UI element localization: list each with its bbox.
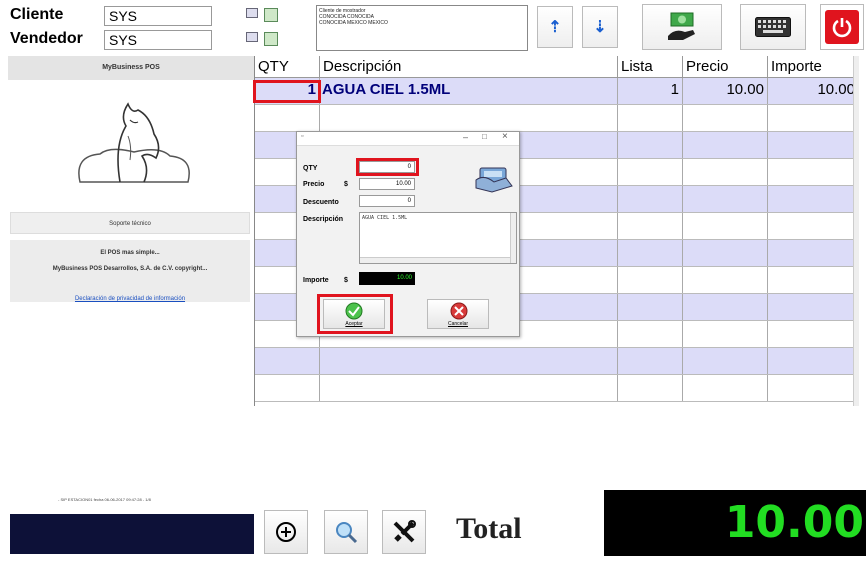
descripcion-text: AGUA CIEL 1.5ML: [362, 215, 408, 221]
descuento-label: Descuento: [303, 199, 339, 206]
about-box: El POS mas simple... MyBusiness POS Desa…: [10, 240, 250, 302]
grid-scrollbar[interactable]: [853, 56, 859, 406]
column-header-lista[interactable]: Lista: [618, 56, 683, 78]
column-header-qty[interactable]: QTY: [255, 56, 320, 78]
cancel-icon: [450, 302, 468, 320]
vendedor-label: Vendedor: [10, 30, 83, 47]
table-row[interactable]: 1 AGUA CIEL 1.5ML 1 10.00 10.00: [255, 78, 859, 105]
qty-cell-highlight: [253, 80, 321, 103]
move-down-button[interactable]: ⇣: [582, 6, 618, 48]
descripcion-scrollbar[interactable]: [510, 213, 516, 263]
accept-button-highlight: [317, 294, 393, 334]
vendedor-field[interactable]: SYS: [104, 30, 212, 50]
search-icon: [336, 522, 358, 544]
search-button[interactable]: [324, 510, 368, 554]
importe-display: 10.00: [359, 272, 415, 285]
seller-search-icon[interactable]: [264, 32, 278, 46]
column-header-precio[interactable]: Precio: [683, 56, 768, 78]
seller-card-icon[interactable]: [246, 32, 258, 42]
row-importe[interactable]: 10.00: [768, 78, 859, 104]
precio-currency: $: [344, 181, 348, 188]
row-precio[interactable]: 10.00: [683, 78, 768, 104]
total-display: 10.00: [604, 490, 866, 556]
plus-circle-icon: [276, 522, 296, 542]
qty-input-highlight: [356, 158, 419, 176]
precio-input[interactable]: 10.00: [359, 178, 415, 190]
tools-icon: [393, 520, 416, 543]
descripcion-label: Descripción: [303, 216, 344, 223]
tagline: El POS mas simple...: [100, 250, 160, 256]
cliente-field[interactable]: SYS: [104, 6, 212, 26]
move-up-button[interactable]: ⇡: [537, 6, 573, 48]
cancel-label: Cancelar: [447, 321, 468, 327]
brand-title: MyBusiness POS: [8, 56, 254, 80]
keyboard-button[interactable]: [740, 4, 806, 50]
descuento-input[interactable]: 0: [359, 195, 415, 207]
row-lista[interactable]: 1: [618, 78, 683, 104]
cliente-label: Cliente: [10, 6, 64, 23]
column-header-descripcion[interactable]: Descripción: [320, 56, 618, 78]
client-search-icon[interactable]: [264, 8, 278, 22]
input-display: [10, 514, 254, 554]
left-info-panel: MyBusiness POS Soporte técnico El POS ma…: [8, 56, 254, 406]
precio-label: Precio: [303, 181, 325, 188]
client-info-line: CONOCIDA MEXICO MEXICO: [319, 20, 388, 26]
dialog-app-icon: ▫: [301, 133, 304, 140]
dialog-titlebar: ▫ – □ ×: [297, 131, 519, 146]
grid-header: QTY Descripción Lista Precio Importe: [255, 56, 859, 78]
status-text: - SIP ESTACION01 fecha 06-06-2017 09:47:…: [58, 497, 151, 502]
importe-currency: $: [344, 277, 348, 284]
keyboard-icon: [755, 17, 791, 37]
power-icon: [825, 10, 859, 44]
close-icon[interactable]: ×: [502, 131, 508, 142]
importe-label: Importe: [303, 277, 329, 284]
edit-item-dialog: ▫ – □ × QTY 0 Precio $ 10.00 Descuento 0…: [296, 131, 520, 337]
tools-button[interactable]: [382, 510, 426, 554]
table-row[interactable]: [255, 348, 859, 375]
arrow-up-icon: ⇡: [548, 19, 562, 36]
table-row[interactable]: [255, 105, 859, 132]
descripcion-textarea[interactable]: AGUA CIEL 1.5ML: [359, 212, 517, 264]
mybusiness-logo: [78, 102, 190, 183]
table-row[interactable]: [255, 375, 859, 402]
cash-payment-icon: [668, 12, 695, 40]
client-info-box: Cliente de mostrador CONOCIDA CONOCIDA C…: [316, 5, 528, 51]
descripcion-hscrollbar[interactable]: [360, 257, 510, 263]
payment-button[interactable]: [642, 4, 722, 50]
power-button[interactable]: [820, 4, 864, 50]
cancel-button[interactable]: Cancelar: [427, 299, 489, 329]
privacy-link[interactable]: Declaración de privacidad de información: [10, 296, 250, 302]
column-header-importe[interactable]: Importe: [768, 56, 859, 78]
qty-label: QTY: [303, 165, 318, 172]
maximize-icon[interactable]: □: [482, 132, 487, 141]
copyright: MyBusiness POS Desarrollos, S.A. de C.V.…: [52, 266, 208, 272]
arrow-down-icon: ⇣: [593, 19, 607, 36]
minimize-icon[interactable]: –: [463, 132, 468, 142]
add-button[interactable]: [264, 510, 308, 554]
support-button[interactable]: Soporte técnico: [10, 212, 250, 234]
cash-register-icon: [475, 167, 513, 193]
total-label: Total: [456, 512, 522, 545]
row-descripcion[interactable]: AGUA CIEL 1.5ML: [320, 78, 618, 104]
pos-window: Cliente SYS Vendedor SYS Cliente de most…: [0, 0, 868, 565]
client-card-icon[interactable]: [246, 8, 258, 18]
